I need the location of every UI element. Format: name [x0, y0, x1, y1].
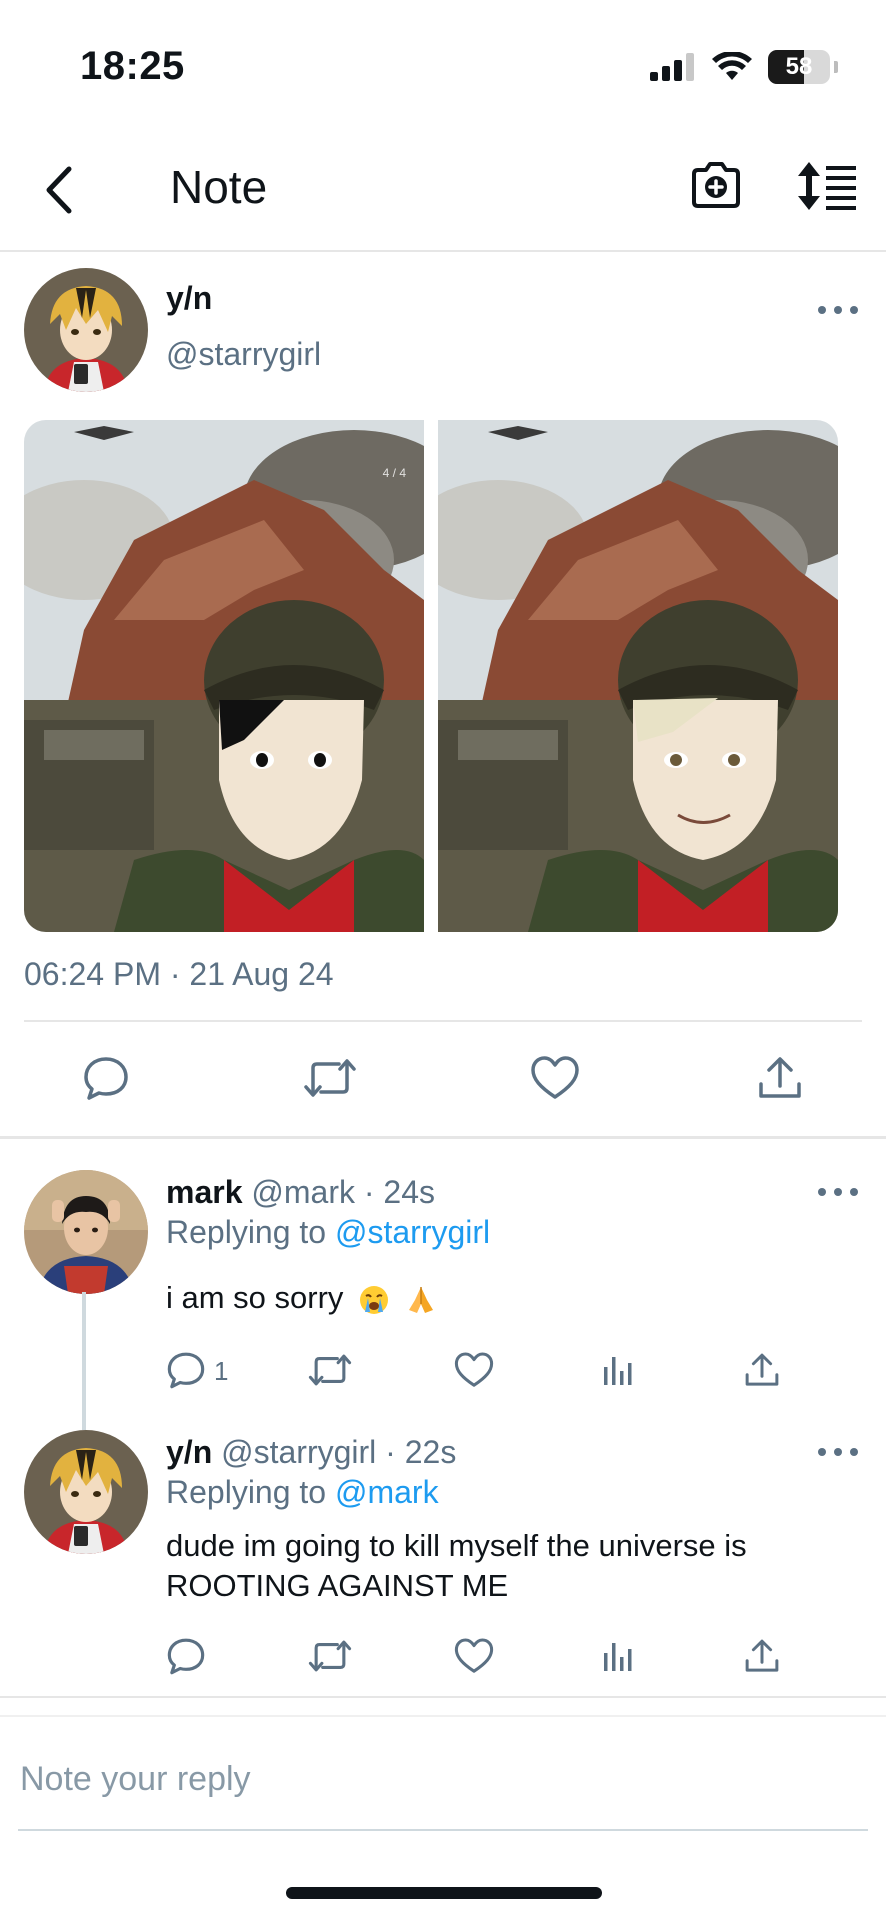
share-icon [745, 1639, 779, 1672]
post-image-left[interactable]: 4 / 4 [24, 420, 424, 932]
reply-icon [84, 1057, 128, 1100]
replying-to-mention[interactable]: @mark [335, 1474, 439, 1510]
post-action-bar [0, 1040, 886, 1120]
back-button[interactable] [30, 162, 86, 218]
sort-button[interactable] [796, 158, 860, 214]
dot [818, 1188, 826, 1196]
replying-prefix: Replying to [166, 1474, 327, 1510]
post-image-right[interactable] [438, 420, 838, 932]
reply-body-line-2: ROOTING AGAINST ME [166, 1568, 509, 1603]
retweet-button[interactable] [302, 1342, 358, 1398]
retweet-button[interactable] [300, 1048, 360, 1108]
thread-line [82, 1292, 86, 1430]
post-author-handle[interactable]: @starrygirl [166, 336, 321, 373]
post-more-button[interactable] [818, 300, 858, 320]
retweet-icon [308, 1354, 352, 1386]
reply-icon [167, 1352, 205, 1389]
reply-author-name[interactable]: y/n [166, 1434, 212, 1470]
dot [834, 1188, 842, 1196]
replying-to-label: Replying to @starrygirl [166, 1214, 490, 1251]
camera-button[interactable] [688, 158, 744, 214]
share-button[interactable] [734, 1628, 790, 1684]
reply-icon [167, 1638, 205, 1675]
reply-body: i am so sorry [166, 1280, 344, 1315]
post-author-name[interactable]: y/n [166, 280, 212, 317]
reply-text: i am so sorry [166, 1278, 437, 1318]
section-divider [0, 1696, 886, 1698]
battery-cap [834, 61, 838, 73]
camera-plus-icon [692, 162, 740, 208]
reply-header: y/n @starrygirl · 22s [166, 1434, 456, 1471]
dot [850, 1448, 858, 1456]
reply-count: 1 [214, 1356, 229, 1386]
replying-to-label: Replying to @mark [166, 1474, 439, 1511]
section-divider [0, 1136, 886, 1139]
status-time: 18:25 [80, 44, 185, 88]
reply-author-handle[interactable]: @mark [251, 1174, 355, 1210]
reply-button[interactable] [158, 1342, 214, 1398]
reply-author-handle[interactable]: @starrygirl [221, 1434, 376, 1470]
post-image-gallery: 4 / 4 [24, 420, 838, 932]
share-button[interactable] [750, 1048, 810, 1108]
avatar[interactable] [24, 1430, 148, 1554]
reply-button[interactable] [158, 1628, 214, 1684]
divider [0, 1715, 886, 1717]
like-icon [454, 1638, 494, 1673]
reply-input-underline [18, 1829, 868, 1831]
back-chevron-icon [46, 166, 72, 214]
home-indicator[interactable] [286, 1887, 602, 1899]
like-button[interactable] [446, 1342, 502, 1398]
replying-prefix: Replying to [166, 1214, 327, 1250]
dot [818, 306, 826, 314]
retweet-button[interactable] [302, 1628, 358, 1684]
dot [850, 1188, 858, 1196]
reply-time: · 22s [385, 1434, 457, 1470]
avatar[interactable] [24, 268, 148, 392]
share-icon [745, 1353, 779, 1386]
like-icon [531, 1056, 579, 1099]
retweet-icon [304, 1059, 356, 1097]
like-button[interactable] [446, 1628, 502, 1684]
reply-body-line-1: dude im going to kill myself the univers… [166, 1528, 747, 1563]
crying-face-emoji [360, 1285, 389, 1314]
like-button[interactable] [525, 1048, 585, 1108]
reply-time: · 24s [363, 1174, 436, 1210]
replying-to-mention[interactable]: @starrygirl [335, 1214, 490, 1250]
share-icon [759, 1057, 801, 1098]
analytics-button[interactable] [590, 1628, 646, 1684]
page-title: Note [170, 161, 268, 213]
reply-author-name[interactable]: mark [166, 1174, 243, 1210]
dot [818, 1448, 826, 1456]
reply-button[interactable] [76, 1048, 136, 1108]
dot [850, 306, 858, 314]
reply-text: dude im going to kill myself the univers… [166, 1526, 856, 1606]
reply-header: mark @mark · 24s [166, 1174, 435, 1211]
status-icons: 58 [650, 50, 838, 84]
image-counter: 4 / 4 [382, 466, 406, 480]
sort-list-icon [798, 162, 856, 210]
retweet-icon [308, 1640, 352, 1672]
post-timestamp: 06:24 PM · 21 Aug 24 [24, 956, 334, 992]
battery-icon: 58 [768, 50, 830, 84]
battery-percentage: 58 [785, 53, 813, 80]
analytics-button[interactable] [590, 1342, 646, 1398]
reply-more-button[interactable] [818, 1442, 858, 1462]
dot [834, 306, 842, 314]
analytics-icon [604, 1643, 632, 1671]
reply-input[interactable] [20, 1736, 866, 1822]
analytics-icon [604, 1357, 632, 1385]
avatar[interactable] [24, 1170, 148, 1294]
signal-icon [650, 53, 694, 81]
wifi-icon [712, 52, 752, 80]
top-navigation-bar: Note [0, 140, 886, 252]
reply-more-button[interactable] [818, 1182, 858, 1202]
divider [24, 1020, 862, 1022]
like-icon [454, 1352, 494, 1387]
share-button[interactable] [734, 1342, 790, 1398]
folded-hands-emoji [408, 1286, 433, 1313]
dot [834, 1448, 842, 1456]
status-bar: 18:25 58 [0, 0, 886, 140]
